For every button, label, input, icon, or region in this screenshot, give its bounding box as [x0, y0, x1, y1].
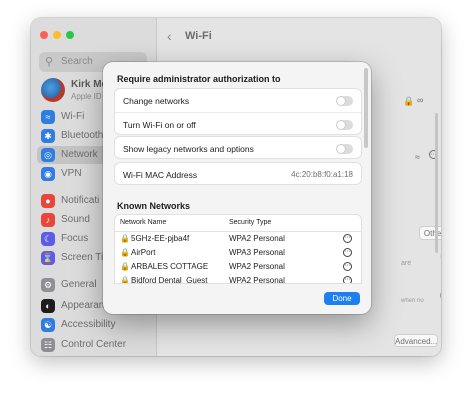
- background-toggle-1[interactable]: [440, 252, 441, 261]
- control-center-icon: ☷: [41, 338, 55, 352]
- legacy-networks-label: Show legacy networks and options: [123, 144, 254, 154]
- security-type: WPA3 Personal: [229, 248, 285, 257]
- page-title: Wi-Fi: [185, 30, 212, 42]
- sidebar-item-label: Accessibility: [61, 319, 116, 330]
- security-type: WPA2 Personal: [229, 234, 285, 243]
- more-options-icon[interactable]: ⋯: [343, 248, 352, 257]
- mac-address-group: Wi-Fi MAC Address 4c:20:b8:f0:a1:18: [114, 162, 362, 185]
- table-row[interactable]: 🔒 AirPort WPA3 Personal ⋯: [115, 246, 361, 260]
- lock-icon: 🔒: [120, 248, 130, 257]
- account-subtitle: Apple ID: [71, 92, 102, 101]
- network-name: 5GHz-EE-pjba4f: [131, 234, 190, 243]
- change-networks-row: Change networks: [115, 89, 361, 112]
- known-networks-table: Network Name Security Type 🔒 5GHz-EE-pjb…: [114, 214, 362, 284]
- sidebar-item-label: Notificati: [61, 195, 100, 206]
- table-row[interactable]: 🔒 Bidford Dental_Guest WPA2 Personal ⋯: [115, 274, 361, 284]
- background-toggle-2[interactable]: [440, 291, 441, 300]
- table-row[interactable]: 🔒 5GHz-EE-pjba4f WPA2 Personal ⋯: [115, 232, 361, 246]
- gear-icon: ⚙: [41, 278, 55, 292]
- done-button[interactable]: Done: [324, 292, 360, 305]
- avatar: [41, 78, 65, 102]
- known-networks-heading: Known Networks: [117, 201, 191, 211]
- column-header-network-name[interactable]: Network Name: [120, 215, 166, 231]
- security-type: WPA2 Personal: [229, 262, 285, 271]
- sidebar-item-label: General: [61, 279, 97, 290]
- change-networks-toggle[interactable]: [336, 96, 353, 106]
- more-options-icon[interactable]: ⋯: [343, 262, 352, 271]
- wifi-power-toggle[interactable]: [336, 120, 353, 130]
- wifi-power-label: Turn Wi-Fi on or off: [123, 120, 196, 130]
- table-row[interactable]: 🔒 ARBALES COTTAGE WPA2 Personal ⋯: [115, 260, 361, 274]
- link-icon: ∞: [417, 95, 424, 105]
- security-type: WPA2 Personal: [229, 276, 285, 284]
- vpn-icon: ◉: [41, 167, 55, 181]
- sidebar-item-accessibility[interactable]: ☯ Accessibility: [37, 316, 149, 334]
- sidebar-item-label: Sound: [61, 214, 90, 225]
- advanced-button[interactable]: Advanced...: [394, 334, 438, 347]
- sidebar-item-control-center[interactable]: ☷ Control Center: [37, 336, 149, 354]
- main-scrollbar[interactable]: [435, 113, 438, 253]
- network-name: AirPort: [131, 248, 156, 257]
- network-name: ARBALES COTTAGE: [131, 262, 209, 271]
- setting-text-fragment-2: when no: [401, 298, 424, 304]
- lock-icon: 🔒: [403, 96, 415, 106]
- sidebar-item-label: Wi-Fi: [61, 111, 85, 122]
- moon-icon: ☾: [41, 232, 55, 246]
- legacy-group: Show legacy networks and options: [114, 136, 362, 159]
- network-name: Bidford Dental_Guest: [131, 276, 208, 284]
- wifi-power-row: Turn Wi-Fi on or off: [115, 112, 361, 135]
- close-window-button[interactable]: [40, 31, 48, 39]
- wifi-icon: ≈: [41, 110, 55, 124]
- sidebar-item-label: Focus: [61, 233, 89, 244]
- minimize-window-button[interactable]: [53, 31, 61, 39]
- lock-icon: 🔒: [120, 234, 130, 243]
- sidebar-item-label: Control Center: [61, 339, 127, 350]
- wifi-signal-icon: ≈: [415, 152, 420, 162]
- appearance-icon: ◐: [41, 299, 55, 313]
- setting-text-fragment: are: [401, 260, 412, 267]
- sidebar-item-label: Network: [61, 149, 98, 160]
- hourglass-icon: ⌛: [41, 251, 55, 265]
- globe-icon: ◎: [41, 148, 55, 162]
- mac-address-value: 4c:20:b8:f0:a1:18: [291, 170, 353, 179]
- more-options-icon[interactable]: ⋯: [343, 234, 352, 243]
- column-header-security-type[interactable]: Security Type: [229, 215, 271, 231]
- lock-icon: 🔒: [120, 276, 130, 284]
- dialog-scrollbar[interactable]: [364, 68, 368, 148]
- legacy-networks-row: Show legacy networks and options: [115, 137, 361, 160]
- bell-icon: ●: [41, 194, 55, 208]
- more-options-icon[interactable]: ⋯: [343, 276, 352, 283]
- admin-auth-heading: Require administrator authorization to: [117, 74, 281, 84]
- change-networks-label: Change networks: [123, 96, 190, 106]
- sidebar-item-label: Bluetooth: [61, 130, 104, 141]
- admin-settings-group: Change networks Turn Wi-Fi on or off: [114, 88, 362, 135]
- accessibility-icon: ☯: [41, 318, 55, 332]
- mac-address-row: Wi-Fi MAC Address 4c:20:b8:f0:a1:18: [115, 163, 361, 186]
- bluetooth-icon: ✱: [41, 129, 55, 143]
- mac-address-label: Wi-Fi MAC Address: [123, 170, 198, 180]
- search-icon: ⚲: [45, 56, 54, 68]
- wifi-advanced-dialog: Require administrator authorization to C…: [103, 62, 371, 314]
- lock-icon: 🔒: [120, 262, 130, 271]
- speaker-icon: ♪: [41, 213, 55, 227]
- zoom-window-button[interactable]: [66, 31, 74, 39]
- search-placeholder: Search: [61, 56, 93, 67]
- sidebar-item-label: VPN: [61, 168, 82, 179]
- legacy-networks-toggle[interactable]: [336, 144, 353, 154]
- back-chevron-icon[interactable]: ‹: [167, 28, 172, 44]
